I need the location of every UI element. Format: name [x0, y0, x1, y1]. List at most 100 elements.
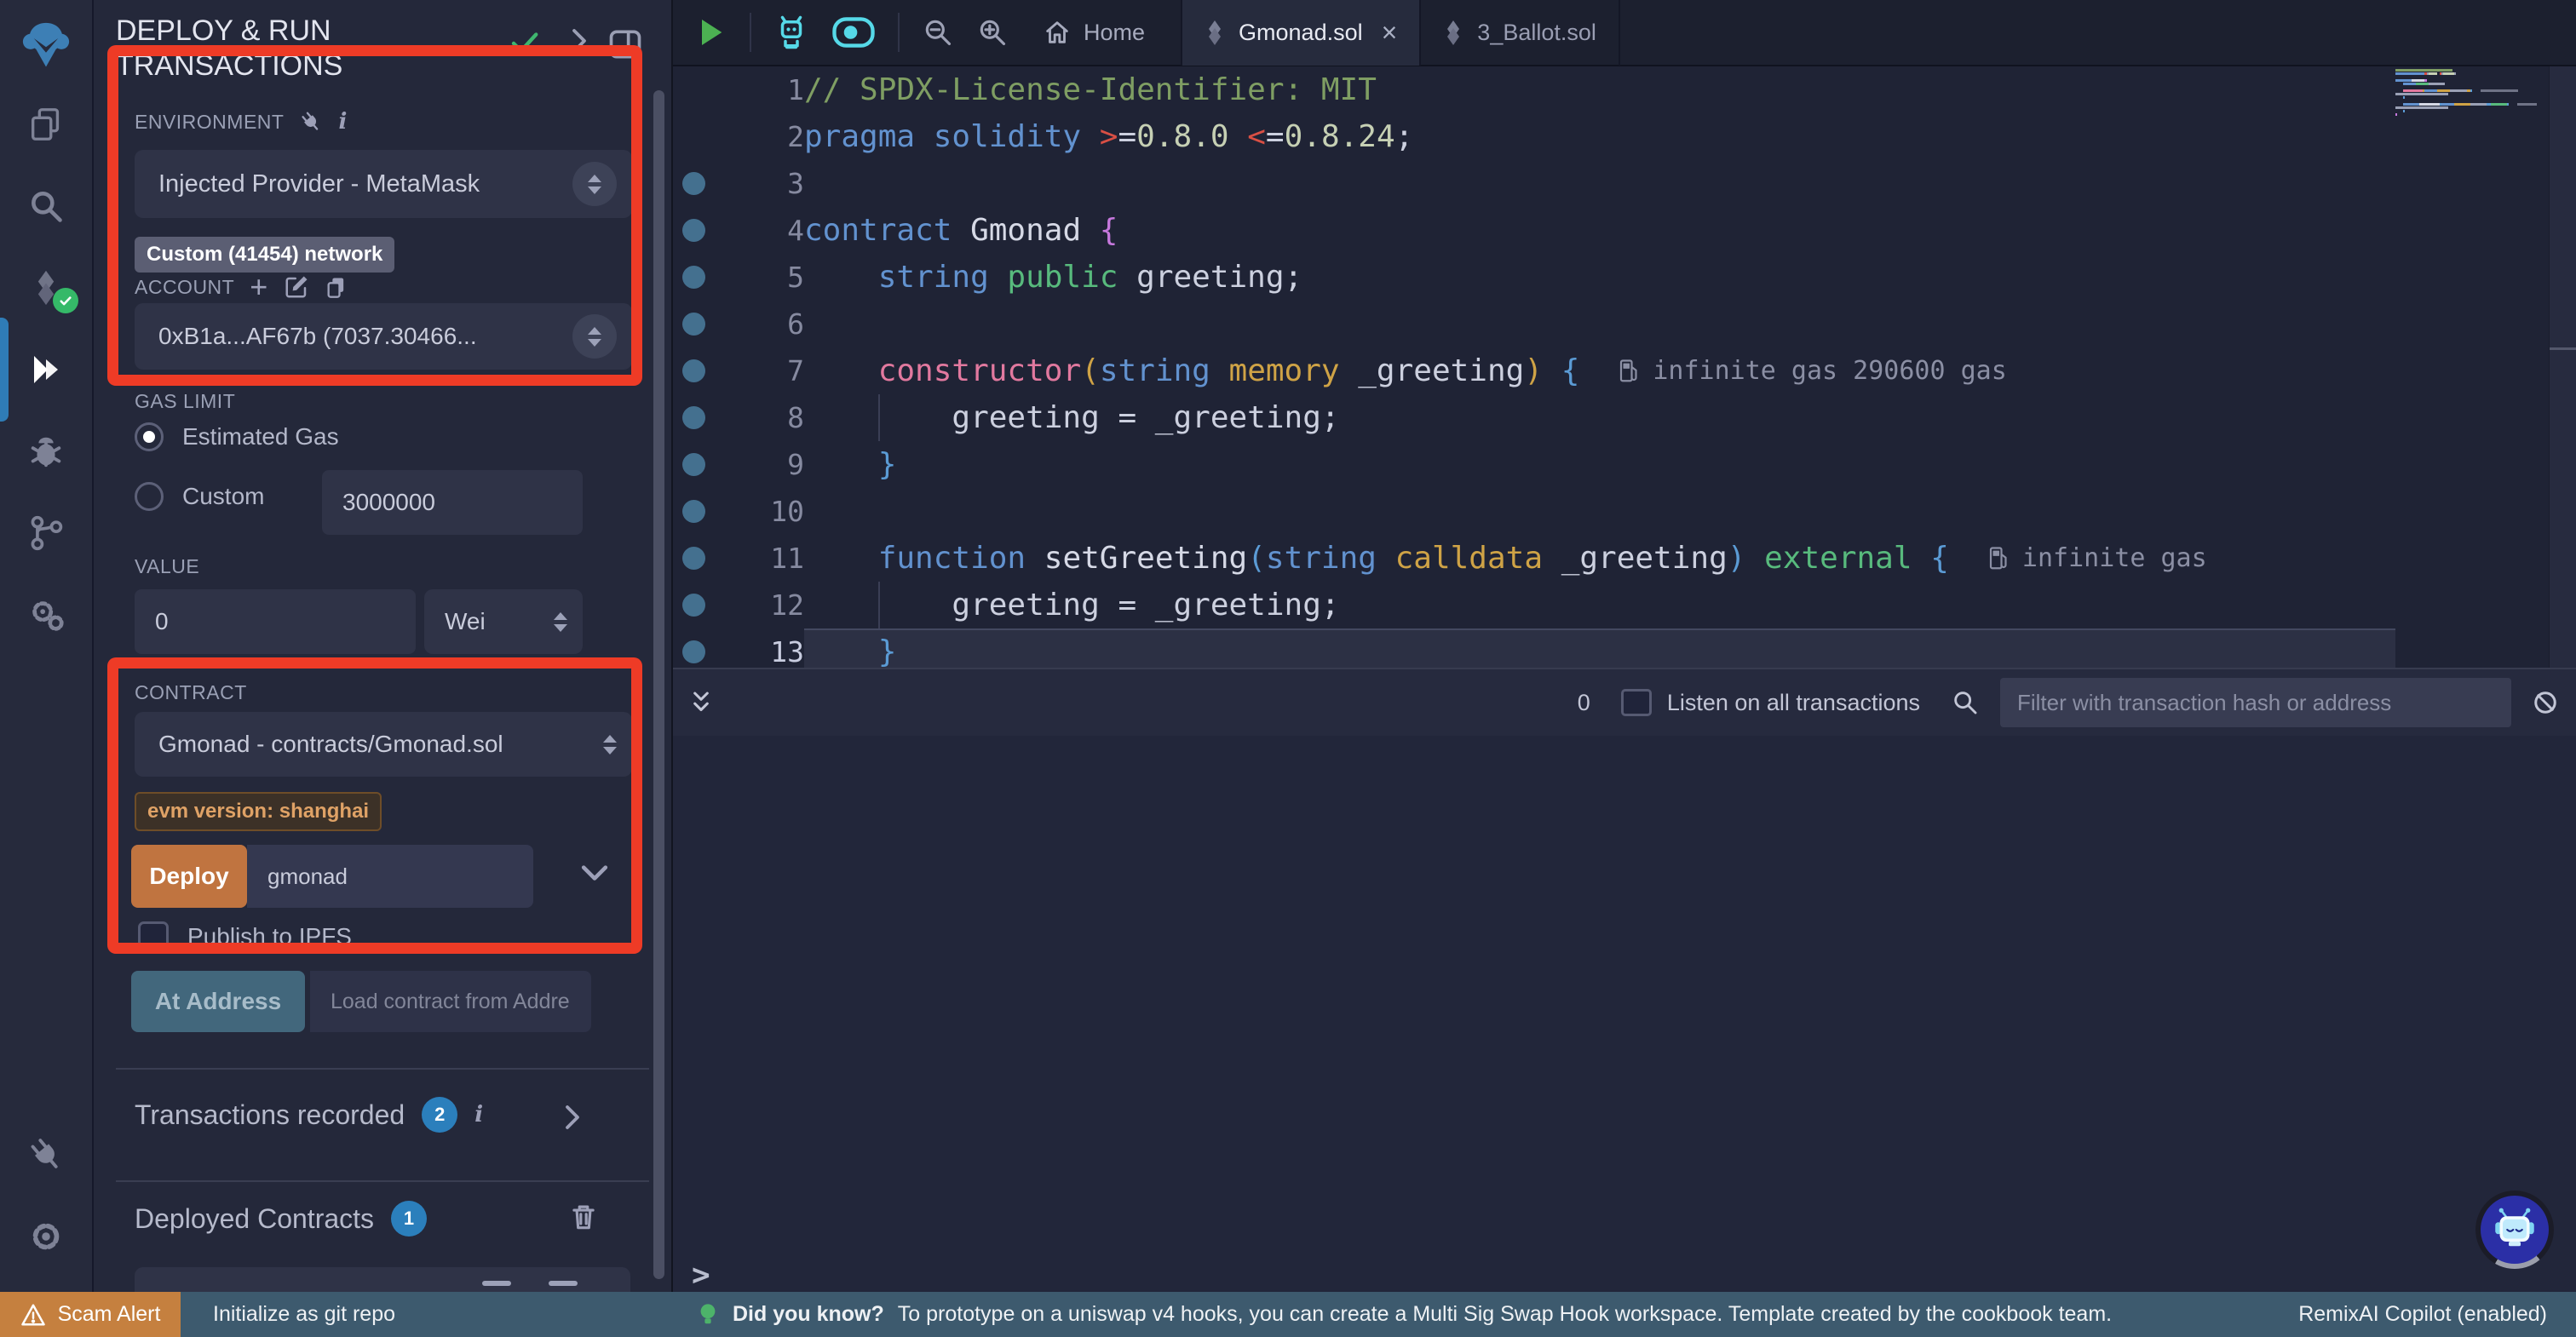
zoom-out-icon[interactable] — [922, 16, 954, 49]
gas-estimate-annotation: infinite gas — [1988, 543, 2207, 573]
copilot-status-toggle[interactable]: RemixAI Copilot (enabled) — [2298, 1302, 2547, 1327]
line-number: 13 — [714, 635, 804, 668]
line-number: 1 — [714, 73, 804, 106]
plug-icon[interactable] — [299, 110, 323, 134]
account-select[interactable]: 0xB1a...AF67b (7037.30466... — [135, 303, 632, 370]
code-line-8: 8 greeting = _greeting; — [673, 394, 2395, 441]
select-arrows-icon — [554, 612, 567, 632]
environment-select[interactable]: Injected Provider - MetaMask — [135, 150, 632, 218]
custom-gas-input[interactable] — [322, 470, 583, 535]
at-address-button[interactable]: At Address — [131, 971, 305, 1032]
transactions-expand-chevron-icon[interactable] — [557, 1102, 588, 1133]
breakpoint-gutter[interactable] — [673, 594, 714, 617]
value-unit-select[interactable]: Wei — [424, 589, 583, 654]
breakpoint-gutter[interactable] — [673, 547, 714, 570]
clear-deployed-trash-icon[interactable] — [567, 1201, 600, 1233]
transactions-count-badge: 2 — [422, 1097, 457, 1133]
sidebar-item-git[interactable] — [0, 492, 92, 574]
sidebar-item-plugin-connect[interactable] — [0, 1114, 92, 1196]
constructor-param-input[interactable] — [247, 845, 533, 908]
panel-forward-chevron-icon[interactable] — [564, 26, 595, 60]
tab-close-icon[interactable]: × — [1377, 17, 1398, 49]
breakpoint-gutter[interactable] — [673, 313, 714, 336]
run-script-icon[interactable] — [693, 15, 727, 49]
listen-transactions-checkbox[interactable] — [1621, 689, 1652, 716]
contract-select[interactable]: Gmonad - contracts/Gmonad.sol — [135, 712, 632, 777]
sidebar-item-search[interactable] — [0, 165, 92, 247]
remixai-assistant-button[interactable] — [2475, 1191, 2554, 1269]
sidebar-item-deploy-and-run[interactable] — [0, 329, 92, 410]
value-input[interactable] — [135, 589, 416, 654]
remix-logo-icon[interactable] — [0, 9, 92, 83]
editor-minimap[interactable] — [2395, 68, 2547, 126]
breakpoint-gutter[interactable] — [673, 172, 714, 195]
estimated-gas-radio[interactable] — [135, 422, 164, 451]
gas-limit-label: GAS LIMIT — [135, 390, 235, 413]
status-bar: Scam Alert Initialize as git repo Did yo… — [0, 1292, 2576, 1337]
breakpoint-gutter[interactable] — [673, 359, 714, 382]
sidebar-item-plugin-manager[interactable] — [0, 574, 92, 656]
sidebar-item-solidity-compiler[interactable] — [0, 247, 92, 329]
sidebar-item-settings[interactable] — [0, 1196, 92, 1277]
code-editor[interactable]: 1// SPDX-License-Identifier: MIT2pragma … — [673, 66, 2576, 668]
account-label-text: ACCOUNT — [135, 276, 234, 299]
sidebar-item-debugger[interactable] — [0, 410, 92, 492]
breakpoint-dot[interactable] — [682, 406, 705, 429]
transactions-info-icon[interactable]: i — [474, 1102, 483, 1128]
at-address-input[interactable] — [310, 971, 591, 1032]
add-account-icon[interactable]: + — [250, 275, 268, 299]
editor-scrollbar[interactable] — [2549, 66, 2576, 668]
edit-account-icon[interactable] — [284, 274, 309, 300]
tab-3-ballot-sol[interactable]: 3_Ballot.sol — [1421, 0, 1620, 66]
pin-panel-icon[interactable] — [607, 26, 644, 67]
transaction-filter-input[interactable] — [2000, 678, 2511, 727]
transactions-recorded-label: Transactions recorded — [135, 1099, 405, 1131]
breakpoint-dot[interactable] — [682, 640, 705, 663]
terminal-search-icon[interactable] — [1951, 688, 1980, 717]
breakpoint-dot[interactable] — [682, 359, 705, 382]
copilot-toggle-icon[interactable] — [831, 15, 876, 49]
custom-gas-option[interactable]: Custom — [135, 482, 264, 511]
breakpoint-dot[interactable] — [682, 313, 705, 336]
breakpoint-gutter[interactable] — [673, 453, 714, 476]
breakpoint-gutter[interactable] — [673, 219, 714, 242]
breakpoint-dot[interactable] — [682, 500, 705, 523]
breakpoint-dot[interactable] — [682, 547, 705, 570]
custom-gas-radio[interactable] — [135, 482, 164, 511]
divider — [116, 1180, 649, 1182]
breakpoint-dot[interactable] — [682, 453, 705, 476]
collapse-terminal-icon[interactable] — [688, 688, 714, 717]
breakpoint-dot[interactable] — [682, 172, 705, 195]
deploy-button[interactable]: Deploy — [131, 845, 247, 908]
breakpoint-gutter[interactable] — [673, 406, 714, 429]
estimated-gas-option[interactable]: Estimated Gas — [135, 422, 339, 451]
line-number: 12 — [714, 588, 804, 622]
zoom-in-icon[interactable] — [976, 16, 1009, 49]
breakpoint-dot[interactable] — [682, 266, 705, 289]
copy-account-icon[interactable] — [325, 275, 348, 299]
clear-terminal-icon[interactable] — [2530, 687, 2561, 718]
sidebar-item-file-explorer[interactable] — [0, 83, 92, 165]
minimize-icon[interactable] — [482, 1281, 511, 1286]
network-badge: Custom (41454) network — [135, 237, 394, 273]
code-line-2: 2pragma solidity >=0.8.0 <=0.8.24; — [673, 113, 2395, 160]
scam-alert-button[interactable]: Scam Alert — [0, 1292, 181, 1337]
transactions-recorded-row[interactable]: Transactions recorded 2 i — [135, 1097, 483, 1133]
terminal-output[interactable]: > — [673, 736, 2576, 1337]
expand-params-chevron-icon[interactable] — [576, 855, 613, 892]
publish-ipfs-option[interactable]: Publish to IPFS — [138, 921, 352, 952]
publish-ipfs-checkbox[interactable] — [138, 921, 169, 952]
init-git-repo-button[interactable]: Initialize as git repo — [213, 1302, 395, 1327]
tab-home[interactable]: Home — [1043, 18, 1145, 47]
line-number: 7 — [714, 354, 804, 387]
tab-gmonad-sol[interactable]: Gmonad.sol × — [1181, 0, 1421, 66]
minimize-icon[interactable] — [549, 1281, 578, 1286]
environment-info-icon[interactable]: i — [338, 109, 347, 135]
breakpoint-dot[interactable] — [682, 219, 705, 242]
breakpoint-gutter[interactable] — [673, 266, 714, 289]
breakpoint-dot[interactable] — [682, 594, 705, 617]
remixai-robot-icon[interactable] — [773, 14, 809, 50]
panel-scrollbar[interactable] — [653, 90, 664, 1279]
breakpoint-gutter[interactable] — [673, 640, 714, 663]
breakpoint-gutter[interactable] — [673, 500, 714, 523]
